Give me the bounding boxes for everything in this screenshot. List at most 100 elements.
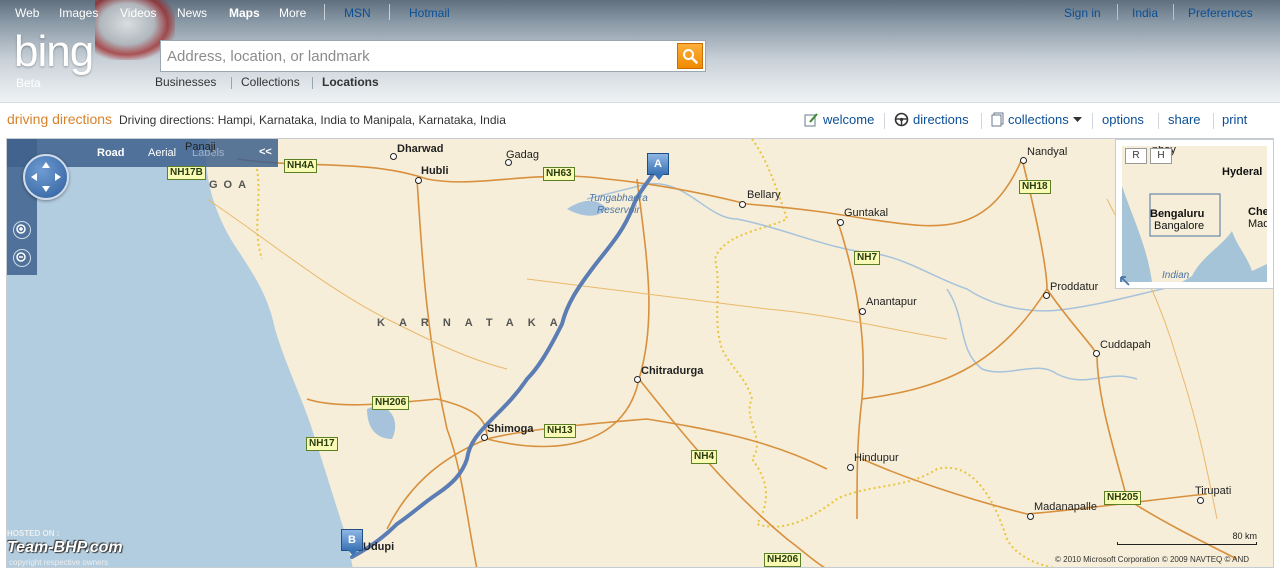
subnav-separator [231, 77, 232, 89]
city-marker [1027, 513, 1034, 520]
welcome-button[interactable]: welcome [804, 112, 874, 127]
nav-separator [389, 4, 390, 20]
city-label: Tirupati [1195, 485, 1232, 497]
nav-news[interactable]: News [177, 6, 207, 20]
road [638, 378, 826, 567]
subnav-businesses[interactable]: Businesses [155, 75, 216, 89]
end-pin-b[interactable]: B [341, 529, 363, 556]
directions-button[interactable]: directions [894, 112, 969, 127]
nav-web[interactable]: Web [15, 6, 39, 20]
nav-maps[interactable]: Maps [229, 6, 260, 20]
driving-route[interactable] [350, 169, 657, 559]
map-canvas[interactable]: Road Aerial Labels << KARNATAKA GOA Tung… [6, 138, 1274, 568]
welcome-label: welcome [823, 112, 875, 127]
arabian-sea [7, 139, 353, 567]
collections-label: collections [1008, 112, 1069, 127]
pan-compass[interactable] [23, 154, 69, 200]
city-label: Chitradurga [641, 365, 704, 377]
preferences-link[interactable]: Preferences [1188, 6, 1253, 20]
steering-wheel-icon [894, 112, 909, 127]
country-link[interactable]: India [1132, 6, 1158, 20]
city-marker [481, 434, 488, 441]
city-marker [837, 219, 844, 226]
city-marker [1197, 497, 1204, 504]
aerial-view-button[interactable]: Aerial [148, 147, 176, 159]
zoom-out-icon [16, 252, 26, 262]
city-marker [415, 177, 422, 184]
collection-icon [991, 112, 1004, 127]
reservoir-label: Tungabhadra [589, 193, 648, 204]
highway-shield: NH4A [284, 159, 318, 173]
nav-videos[interactable]: Videos [120, 6, 156, 20]
watermark-sub: copyright respective owners [9, 558, 109, 567]
bing-logo[interactable]: bing [14, 30, 94, 74]
header: Web Images Videos News Maps More MSN Hot… [0, 0, 1280, 102]
lake-shape [367, 406, 396, 439]
city-label: Proddatur [1050, 281, 1099, 293]
search-button[interactable] [677, 43, 703, 69]
start-pin-a[interactable]: A [647, 153, 669, 180]
city-marker [859, 308, 866, 315]
highway-shield: NH4 [691, 450, 718, 464]
goa-label: GOA [209, 179, 253, 191]
team-bhp-watermark: HOSTED ON : Team-BHP.com copyright respe… [7, 529, 197, 567]
watermark-hosted-label: HOSTED ON : [7, 529, 60, 538]
nav-more[interactable]: More [279, 6, 306, 20]
chevron-down-icon [1072, 116, 1082, 122]
print-button[interactable]: print [1222, 112, 1247, 127]
minimap-hybrid-button[interactable]: H [1150, 148, 1172, 164]
subnav-locations[interactable]: Locations [322, 75, 379, 89]
search-box [160, 40, 706, 72]
overview-minimap[interactable]: nbay Hyderal Bengaluru Bangalore Che Mad… [1115, 139, 1273, 289]
collapse-panel-button[interactable]: << [259, 146, 272, 158]
map-scale: 80 km [1117, 531, 1257, 545]
city-label: Dharwad [397, 143, 444, 155]
share-button[interactable]: share [1168, 112, 1201, 127]
subnav-separator [312, 77, 313, 89]
minimap-ocean-label: Indian [1162, 270, 1190, 281]
road-view-button[interactable]: Road [97, 147, 125, 159]
minor-road [526, 278, 948, 340]
pennar-river [946, 288, 1138, 381]
toolbar-separator [981, 113, 982, 129]
nav-separator [1173, 4, 1174, 20]
search-input[interactable] [167, 46, 673, 66]
city-marker [1093, 350, 1100, 357]
city-label: Bellary [747, 189, 781, 201]
zoom-out-button[interactable] [13, 249, 31, 267]
options-button[interactable]: options [1102, 112, 1144, 127]
app-window: Web Images Videos News Maps More MSN Hot… [0, 0, 1280, 569]
sign-in-link[interactable]: Sign in [1064, 6, 1101, 20]
minimap-canvas: nbay Hyderal Bengaluru Bangalore Che Mad… [1122, 146, 1267, 282]
map-copyright: © 2010 Microsoft Corporation © 2009 NAVT… [1055, 555, 1250, 564]
highway-shield: NH17 [306, 437, 338, 451]
minimap-city: Bengaluru [1150, 208, 1205, 220]
highway-shield: NH18 [1019, 180, 1051, 194]
beta-label: Beta [16, 76, 41, 90]
toolbar-separator [884, 113, 885, 129]
toolbar-separator [1092, 113, 1093, 129]
state-label: KARNATAKA [377, 317, 572, 329]
nav-separator [1117, 4, 1118, 20]
collections-button[interactable]: collections [991, 112, 1082, 127]
city-marker [634, 376, 641, 383]
top-navigation: Web Images Videos News Maps More MSN Hot… [0, 0, 1280, 24]
city-marker [847, 464, 854, 471]
nav-hotmail[interactable]: Hotmail [409, 6, 450, 20]
nav-images[interactable]: Images [59, 6, 98, 20]
driving-directions-title: driving directions [7, 111, 113, 127]
city-label: Guntakal [844, 207, 889, 219]
nav-msn[interactable]: MSN [344, 6, 371, 20]
expand-arrow-icon[interactable] [1118, 274, 1132, 288]
minimap-city: Hyderal [1222, 166, 1263, 178]
subnav-collections[interactable]: Collections [241, 75, 300, 89]
zoom-in-button[interactable] [13, 221, 31, 239]
highway-shield: NH206 [372, 396, 410, 410]
city-label: Gadag [506, 149, 540, 161]
city-label: Nandyal [1027, 146, 1068, 158]
minimap-road-button[interactable]: R [1125, 148, 1147, 164]
city-label: Hubli [421, 165, 449, 177]
highway-shield: NH17B [167, 166, 206, 180]
scale-bar [1117, 542, 1257, 545]
city-marker [739, 201, 746, 208]
